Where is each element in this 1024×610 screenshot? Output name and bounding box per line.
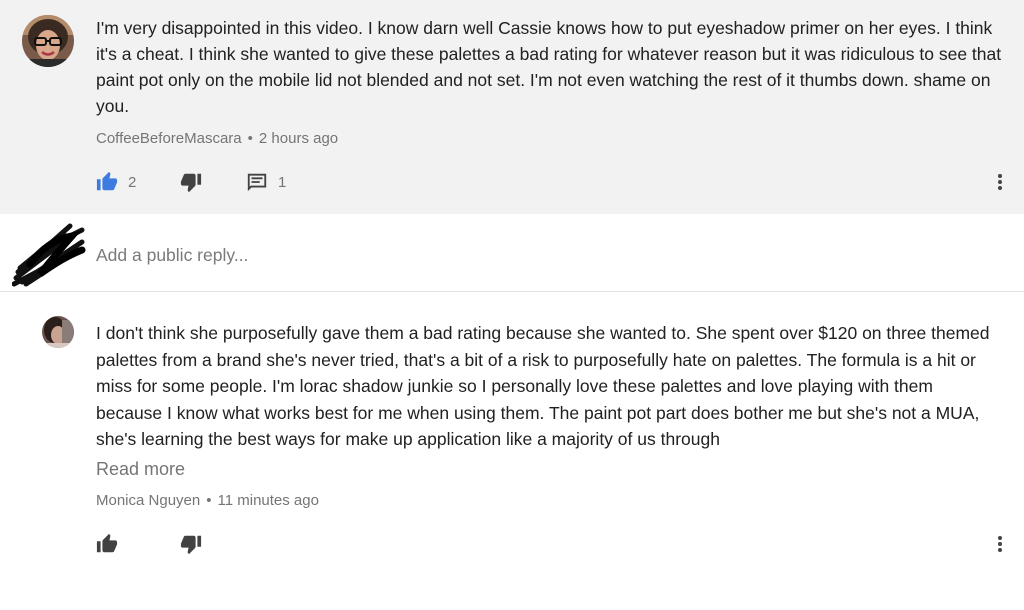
thumbs-up-icon [96, 533, 118, 553]
dislike-button[interactable] [180, 531, 202, 557]
comment-author[interactable]: CoffeeBeforeMascara [96, 130, 242, 147]
like-count: 2 [128, 173, 137, 191]
more-vert-icon [998, 174, 1002, 190]
reply-button[interactable]: 1 [246, 169, 286, 195]
scribble-redaction-icon [11, 223, 86, 287]
reply-text: I don't think she purposefully gave them… [96, 323, 990, 449]
user-avatar-redacted [11, 220, 88, 288]
comment-actions: 2 1 [96, 169, 996, 195]
thumbs-down-icon [180, 173, 202, 193]
avatar[interactable] [42, 316, 74, 348]
reply-input[interactable] [96, 242, 696, 268]
comment-meta: CoffeeBeforeMascara • 2 hours ago [96, 130, 338, 147]
avatar-photo-icon [22, 15, 74, 67]
like-button[interactable]: 2 [96, 169, 136, 195]
reply-author[interactable]: Monica Nguyen [96, 492, 200, 509]
reply-composer [0, 214, 1024, 292]
more-options-button[interactable] [994, 532, 1006, 556]
dislike-button[interactable] [180, 169, 202, 195]
reply-timestamp[interactable]: 11 minutes ago [218, 492, 319, 509]
avatar[interactable] [22, 15, 74, 67]
comment-timestamp[interactable]: 2 hours ago [259, 130, 338, 147]
more-vert-icon [998, 536, 1002, 552]
reply-count: 1 [278, 173, 287, 191]
comment-icon [247, 173, 267, 192]
comment-text: I'm very disappointed in this video. I k… [96, 18, 1002, 116]
reply-actions [96, 531, 996, 557]
reply-meta: Monica Nguyen • 11 minutes ago [96, 492, 319, 509]
comment-thread-top: I'm very disappointed in this video. I k… [0, 0, 1024, 214]
thumbs-down-icon [180, 535, 202, 555]
like-button[interactable] [96, 531, 118, 557]
meta-separator: • [206, 492, 212, 509]
meta-separator: • [247, 130, 253, 147]
more-options-button[interactable] [994, 170, 1006, 194]
avatar-photo-icon [42, 316, 74, 348]
read-more-link[interactable]: Read more [96, 459, 185, 480]
thumbs-up-icon [96, 171, 118, 191]
